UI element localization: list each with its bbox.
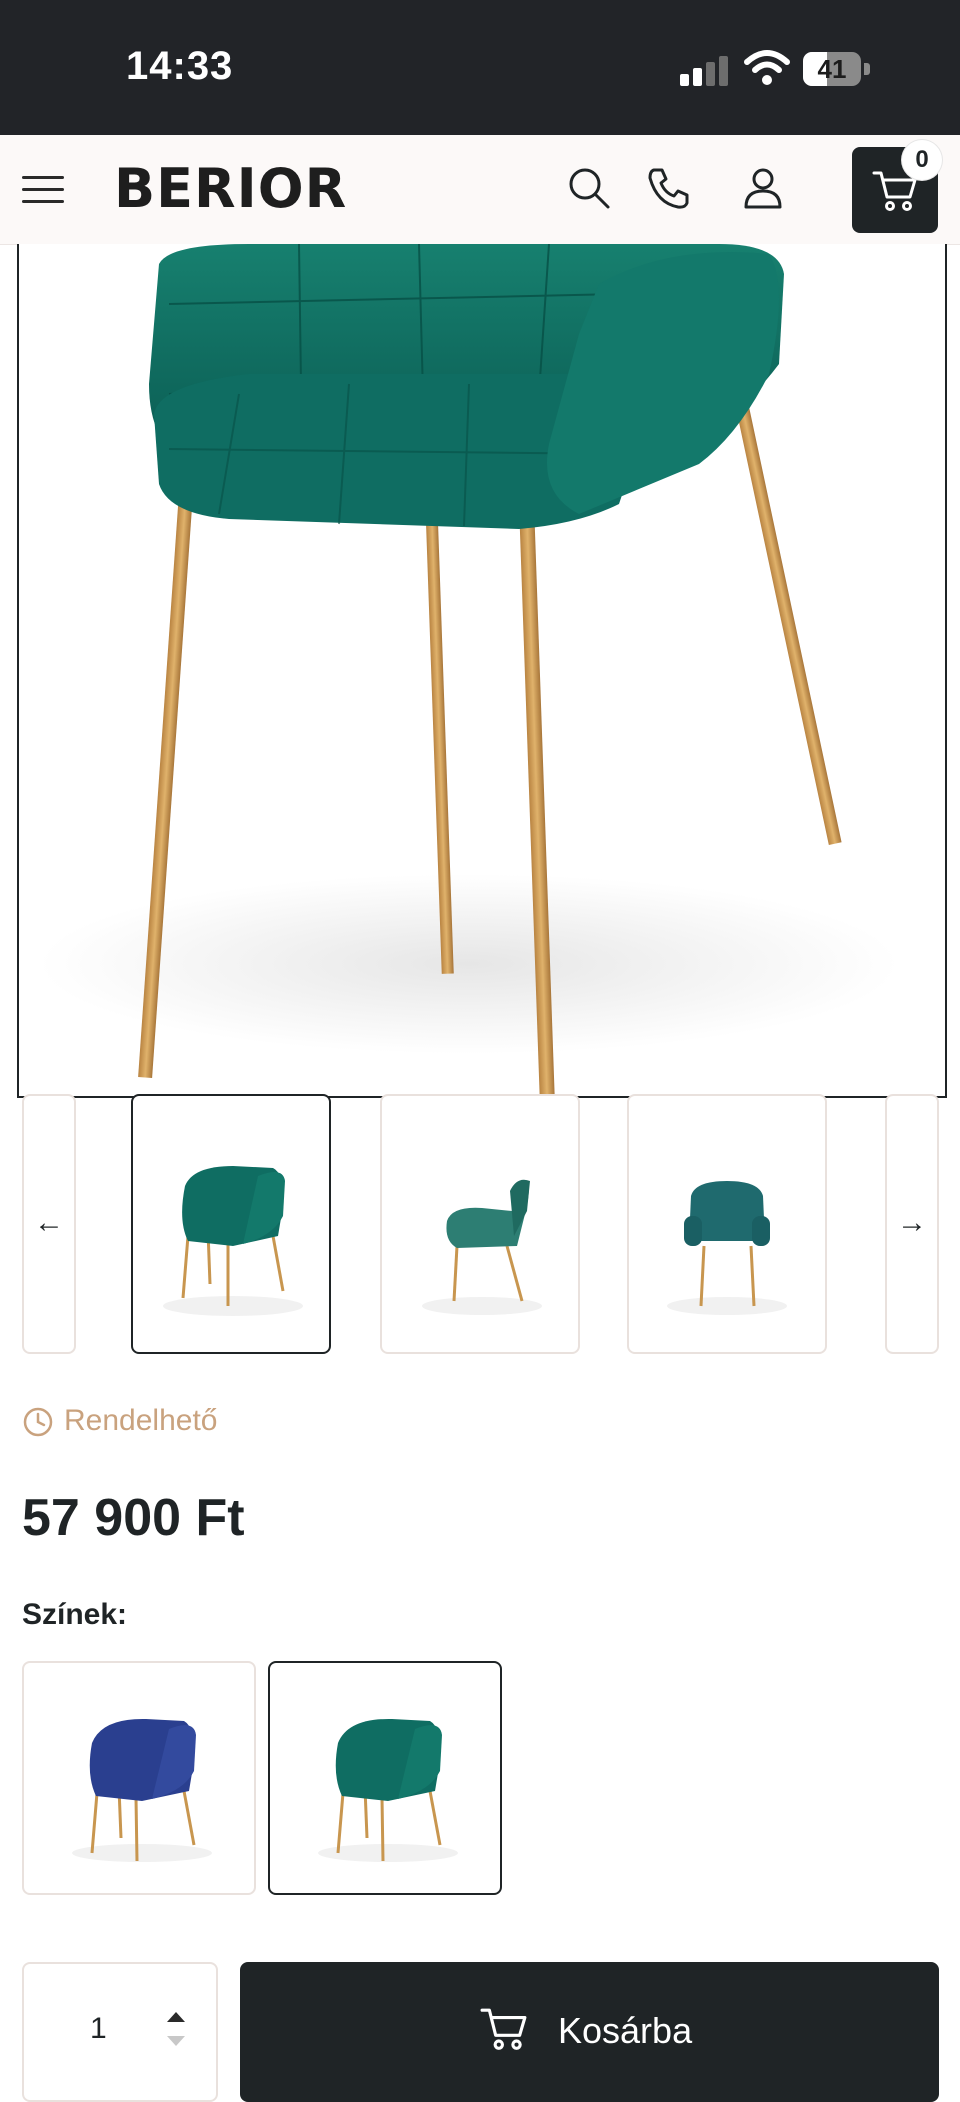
- arrow-right-icon: →: [897, 1206, 927, 1239]
- battery-percent: 41: [817, 54, 847, 84]
- phone-icon[interactable]: [645, 165, 691, 211]
- cellular-signal-icon: [680, 56, 728, 86]
- site-logo[interactable]: BERIOR: [114, 157, 347, 220]
- user-icon[interactable]: [740, 165, 786, 211]
- color-option-blue[interactable]: [22, 1661, 256, 1895]
- thumbnail-side[interactable]: [380, 1094, 580, 1354]
- availability-text: Rendelhető: [64, 1404, 218, 1437]
- site-header: BERIOR: [0, 135, 960, 245]
- menu-icon[interactable]: [22, 176, 64, 204]
- cart-count-badge: 0: [902, 140, 942, 180]
- quantity-decrease-icon[interactable]: [167, 2036, 185, 2046]
- quantity-increase-icon[interactable]: [167, 2012, 185, 2022]
- search-icon[interactable]: [566, 165, 612, 211]
- wifi-icon: [744, 50, 790, 85]
- color-option-green[interactable]: [268, 1661, 502, 1895]
- colors-label: Színek:: [22, 1598, 128, 1631]
- chair-thumbnail: [422, 1179, 542, 1315]
- chair-thumbnail: [163, 1166, 303, 1316]
- gallery-next-button[interactable]: →: [885, 1094, 939, 1354]
- thumbnail-strip: ← →: [0, 1094, 960, 1356]
- arrow-left-icon: ←: [34, 1206, 64, 1239]
- product-price: 57 900 Ft: [22, 1489, 245, 1547]
- add-to-cart-button[interactable]: Kosárba: [240, 1962, 939, 2102]
- status-time: 14:33: [126, 44, 234, 88]
- clock-icon: [23, 1407, 53, 1437]
- quantity-value[interactable]: 1: [90, 2012, 107, 2046]
- gallery-prev-button[interactable]: ←: [22, 1094, 76, 1354]
- chair-green-image: [318, 1718, 458, 1862]
- add-to-cart-label: Kosárba: [558, 2010, 693, 2051]
- thumbnail-front[interactable]: [131, 1094, 331, 1354]
- thumbnail-back[interactable]: [627, 1094, 827, 1354]
- cart-icon: [480, 2008, 527, 2050]
- status-bar: 14:33 41: [0, 0, 960, 135]
- battery-icon: 41: [803, 52, 871, 86]
- quantity-stepper[interactable]: 1: [22, 1962, 218, 2102]
- chair-blue-image: [72, 1718, 212, 1862]
- chair-image: [39, 244, 899, 1096]
- product-main-image[interactable]: [17, 244, 947, 1098]
- chair-thumbnail: [667, 1181, 787, 1315]
